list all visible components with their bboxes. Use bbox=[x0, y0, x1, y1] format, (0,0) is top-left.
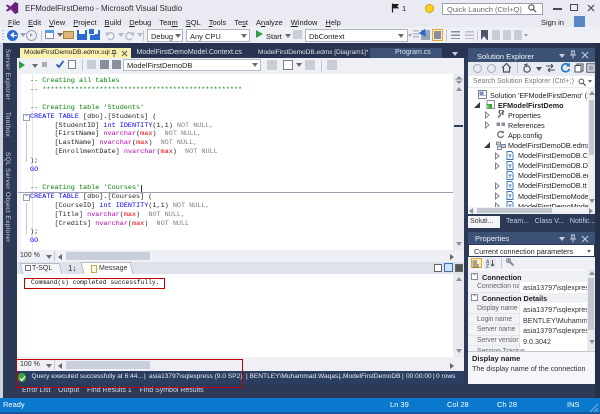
svg-text:Z: Z bbox=[486, 264, 489, 268]
